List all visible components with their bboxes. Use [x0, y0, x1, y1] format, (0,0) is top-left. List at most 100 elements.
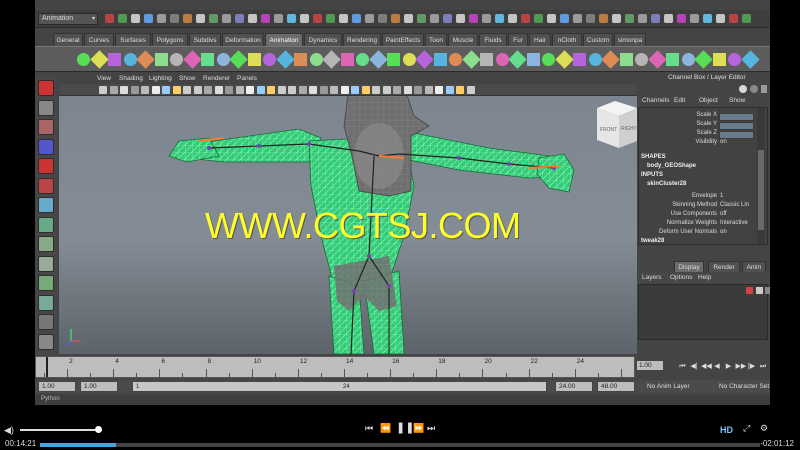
current-frame-field[interactable]: 1.00 [636, 360, 664, 371]
status-tool-icon[interactable] [547, 14, 556, 23]
viewport-toolbar-icon[interactable] [225, 86, 233, 94]
viewport-toolbar-icon[interactable] [193, 86, 202, 94]
viewport-toolbar-icon[interactable] [361, 86, 370, 94]
status-tool-icon[interactable] [573, 14, 582, 23]
viewport-toolbar-icon[interactable] [414, 86, 422, 94]
viewport-toolbar-icon[interactable] [340, 86, 349, 94]
range-bar[interactable]: 1 24 [132, 381, 547, 392]
shelf-tool-icon[interactable] [635, 53, 648, 66]
viewport-toolbar-icon[interactable] [288, 86, 296, 94]
viewport-toolbar-icon[interactable] [382, 86, 391, 94]
layout-hypershade-icon[interactable] [38, 333, 54, 350]
viewport-toolbar-icon[interactable] [99, 86, 107, 94]
fullscreen-icon[interactable]: ⤢ [743, 423, 750, 434]
new-layer-icon[interactable] [746, 287, 753, 294]
shelf-tool-icon[interactable] [368, 50, 388, 69]
viewport-toolbar-icon[interactable] [162, 86, 170, 94]
move-tool-icon[interactable] [38, 138, 54, 155]
status-tool-icon[interactable] [209, 14, 218, 23]
rotate-tool-icon[interactable] [38, 158, 54, 174]
status-tool-icon[interactable] [144, 14, 153, 23]
shelf-tool-icon[interactable] [356, 53, 369, 66]
status-tool-icon[interactable] [274, 14, 283, 23]
viewport-toolbar-icon[interactable] [403, 86, 412, 94]
tab-rendering[interactable]: Rendering [343, 33, 381, 46]
shelf-tool-icon[interactable] [666, 53, 679, 66]
tab-polygons[interactable]: Polygons [152, 33, 188, 46]
shelf-tool-icon[interactable] [322, 50, 341, 69]
tweak-node-name[interactable]: tweak28 [641, 238, 664, 244]
status-tool-icon[interactable] [131, 14, 140, 23]
start-time-field[interactable]: 1.00 [38, 381, 76, 392]
attr-value[interactable]: 1 [720, 193, 723, 199]
status-tool-icon[interactable] [196, 14, 205, 23]
status-tool-icon[interactable] [612, 14, 621, 23]
channel-box-menu-channels[interactable]: Channels [642, 95, 669, 107]
status-tool-icon[interactable] [729, 14, 738, 23]
status-tool-icon[interactable] [287, 14, 296, 23]
channel-value[interactable]: on [720, 139, 727, 145]
tab-subdivs[interactable]: Subdivs [189, 33, 221, 46]
shelf-tool-icon[interactable] [495, 53, 509, 66]
go-to-end-icon[interactable]: ⏭ [759, 362, 768, 371]
viewport-toolbar-icon[interactable] [256, 86, 265, 94]
viewport-toolbar-icon[interactable] [372, 86, 380, 94]
shelf-tool-icon[interactable] [170, 53, 183, 66]
fast-forward-icon[interactable]: ⏩ [413, 423, 424, 434]
shelf-tool-icon[interactable] [294, 53, 307, 66]
status-tool-icon[interactable] [170, 14, 179, 23]
tab-toon[interactable]: Toon [425, 33, 447, 46]
step-back-key-icon[interactable]: ◀| [690, 362, 699, 371]
viewport-toolbar-icon[interactable] [235, 86, 244, 94]
status-tool-icon[interactable] [222, 14, 231, 23]
status-tool-icon[interactable] [417, 14, 426, 23]
viewport-toolbar-icon[interactable] [445, 86, 454, 94]
viewport-toolbar-icon[interactable] [351, 86, 359, 94]
shelf-tool-icon[interactable] [508, 50, 527, 69]
status-tool-icon[interactable] [118, 14, 127, 23]
status-tool-icon[interactable] [495, 14, 504, 23]
status-tool-icon[interactable] [391, 14, 400, 23]
tab-fur[interactable]: Fur [508, 33, 528, 46]
tab-animation[interactable]: Animation [265, 33, 303, 46]
shelf-tool-icon[interactable] [387, 53, 400, 66]
status-tool-icon[interactable] [677, 14, 686, 23]
pause-icon[interactable]: ❚❚ [396, 421, 414, 434]
tab-curves[interactable]: Curves [84, 33, 114, 46]
paint-select-icon[interactable] [38, 119, 54, 135]
soft-mod-icon[interactable] [38, 216, 54, 233]
shelf-tool-icon[interactable] [247, 53, 261, 66]
viewport-toolbar-icon[interactable] [151, 86, 160, 94]
viewport-toolbar-icon[interactable] [267, 86, 275, 94]
shelf-tool-icon[interactable] [573, 53, 586, 66]
shelf-tool-icon[interactable] [619, 53, 633, 66]
status-tool-icon[interactable] [638, 14, 647, 23]
viewport-toolbar-icon[interactable] [204, 86, 212, 94]
time-slider[interactable]: 2 4 6 8 10 12 14 16 18 20 22 24 [35, 356, 635, 378]
status-tool-icon[interactable] [313, 14, 322, 23]
attr-value[interactable]: on [720, 229, 727, 235]
tab-simonpa[interactable]: simonpa [614, 33, 646, 46]
status-tool-icon[interactable] [599, 14, 608, 23]
viewport-toolbar-icon[interactable] [319, 86, 328, 94]
status-tool-icon[interactable] [625, 14, 634, 23]
volume-icon[interactable]: ◀) [4, 425, 14, 436]
input-node-name[interactable]: skinCluster28 [647, 181, 686, 187]
layout-four-icon[interactable] [38, 255, 54, 272]
end-time-field[interactable]: 48.00 [597, 381, 635, 392]
viewport-toolbar-icon[interactable] [424, 86, 433, 94]
tab-dynamics[interactable]: Dynamics [304, 33, 342, 46]
channel-box-menu-show[interactable]: Show [729, 95, 745, 107]
hd-badge[interactable]: HD [720, 425, 733, 435]
viewport-toolbar-icon[interactable] [309, 86, 317, 94]
volume-slider[interactable] [20, 426, 102, 433]
status-tool-icon[interactable] [716, 14, 725, 23]
channel-box-menu-edit[interactable]: Edit [674, 95, 685, 107]
viewport-menu-panels[interactable]: Panels [237, 73, 257, 84]
go-to-start-icon[interactable]: ⏮ [678, 362, 687, 371]
viewport-menu-shading[interactable]: Shading [119, 73, 143, 84]
status-tool-icon[interactable] [703, 14, 712, 23]
shelf-tool-icon[interactable] [229, 50, 248, 69]
tab-general[interactable]: General [53, 33, 83, 46]
status-tool-icon[interactable] [521, 14, 530, 23]
